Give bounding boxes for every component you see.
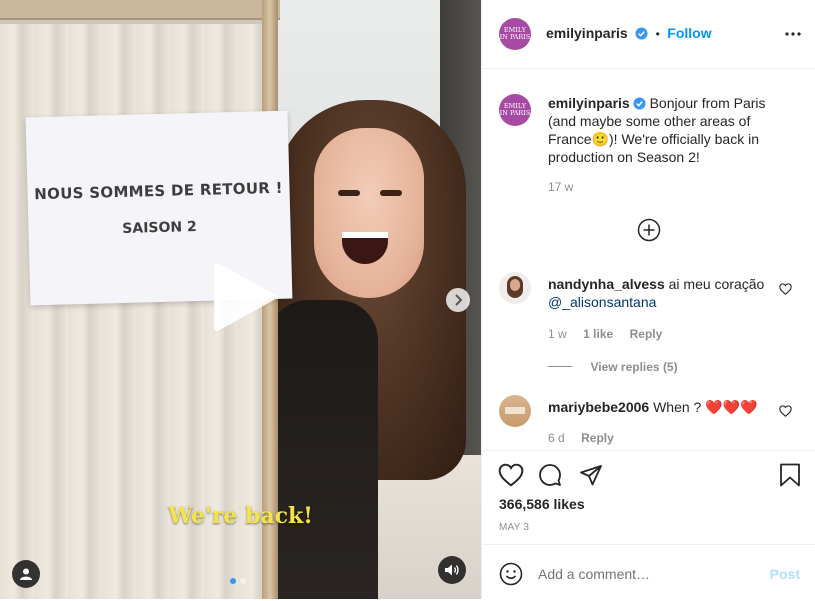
carousel-indicator bbox=[230, 578, 246, 584]
carousel-dot bbox=[230, 578, 236, 584]
comment-body: nandynha_alvess ai meu coração @_alisons… bbox=[548, 275, 768, 311]
comment-meta: 6 d Reply bbox=[548, 429, 614, 447]
comment-body: mariybebe2006 When ? ❤️❤️❤️ bbox=[548, 398, 768, 416]
plus-circle-icon bbox=[637, 218, 661, 242]
video-caption: We're back! bbox=[168, 503, 313, 529]
sign-line-1: NOUS SOMMES DE RETOUR ! bbox=[34, 178, 284, 204]
avatar-face bbox=[510, 279, 520, 291]
likes-count[interactable]: 366,586 likes bbox=[499, 496, 585, 512]
comment-meta: 1 w 1 like Reply bbox=[548, 325, 662, 343]
comment-username[interactable]: nandynha_alvess bbox=[548, 276, 665, 292]
person-face bbox=[314, 128, 424, 298]
follow-button[interactable]: Follow bbox=[667, 25, 711, 41]
comment-input[interactable] bbox=[536, 562, 760, 586]
comment-time: 6 d bbox=[548, 431, 565, 445]
comment-username[interactable]: mariybebe2006 bbox=[548, 399, 649, 415]
person-eye bbox=[380, 190, 402, 196]
post-date[interactable]: MAY 3 bbox=[499, 522, 529, 533]
more-icon[interactable] bbox=[784, 25, 802, 43]
view-replies-row[interactable]: View replies (5) bbox=[548, 358, 678, 376]
comment-likes[interactable]: 1 like bbox=[583, 327, 613, 341]
add-comment-bar: Post bbox=[482, 544, 815, 600]
avatar[interactable]: EMILY IN PARIS bbox=[499, 18, 531, 50]
load-more-comments-button[interactable] bbox=[637, 218, 661, 247]
header-username[interactable]: emilyinparis bbox=[546, 25, 628, 41]
post-comment-button[interactable]: Post bbox=[770, 566, 800, 582]
emoji-icon[interactable] bbox=[499, 562, 523, 586]
comment-icon[interactable] bbox=[538, 463, 562, 487]
mute-button[interactable] bbox=[438, 556, 466, 584]
volume-icon bbox=[445, 564, 459, 576]
next-slide-button[interactable] bbox=[446, 288, 470, 312]
comment-like-icon[interactable] bbox=[779, 405, 792, 417]
comment-text: When ? bbox=[653, 399, 702, 415]
caption-username[interactable]: emilyinparis bbox=[548, 95, 630, 111]
avatar-text: IN PARIS bbox=[499, 33, 531, 41]
comment-avatar[interactable] bbox=[499, 395, 531, 427]
frame-top bbox=[0, 0, 280, 20]
comment-text: ai meu coração bbox=[668, 276, 765, 292]
post-header: EMILY IN PARIS emilyinparis • Follow bbox=[482, 0, 815, 69]
avatar-text: IN PARIS bbox=[499, 109, 531, 117]
comment-time: 1 w bbox=[548, 327, 567, 341]
comment-avatar[interactable] bbox=[499, 272, 531, 304]
chevron-right-icon bbox=[455, 294, 463, 306]
comment-like-icon[interactable] bbox=[779, 283, 792, 295]
comment-hearts: ❤️❤️❤️ bbox=[705, 399, 758, 415]
post-caption: emilyinparis Bonjour from Paris (and may… bbox=[548, 94, 774, 166]
user-tag-icon bbox=[20, 568, 32, 580]
post-panel: EMILY IN PARIS emilyinparis • Follow EMI… bbox=[481, 0, 815, 599]
reply-button[interactable]: Reply bbox=[581, 431, 614, 445]
reply-button[interactable]: Reply bbox=[630, 327, 663, 341]
separator-dot: • bbox=[655, 27, 660, 41]
post-media[interactable]: NOUS SOMMES DE RETOUR ! SAISON 2 We're b… bbox=[0, 0, 481, 599]
person-eye bbox=[338, 190, 360, 196]
play-icon bbox=[214, 263, 276, 331]
person-body bbox=[268, 300, 378, 599]
verified-icon bbox=[633, 97, 646, 110]
replies-line bbox=[548, 366, 572, 368]
avatar-detail bbox=[505, 407, 525, 414]
sign-line-2: SAISON 2 bbox=[122, 219, 197, 237]
caption-avatar[interactable]: EMILY IN PARIS bbox=[499, 94, 531, 126]
heart-icon[interactable] bbox=[498, 463, 524, 487]
comment-mention[interactable]: @_alisonsantana bbox=[548, 294, 656, 310]
verified-icon bbox=[635, 27, 648, 40]
caption-time: 17 w bbox=[548, 180, 574, 194]
tagged-users-button[interactable] bbox=[12, 560, 40, 588]
share-icon[interactable] bbox=[579, 463, 603, 487]
header-user-row: emilyinparis • Follow bbox=[546, 25, 712, 43]
play-button[interactable] bbox=[209, 262, 279, 332]
view-replies-button[interactable]: View replies (5) bbox=[590, 360, 677, 374]
bookmark-icon[interactable] bbox=[779, 463, 801, 487]
carousel-dot bbox=[240, 578, 246, 584]
